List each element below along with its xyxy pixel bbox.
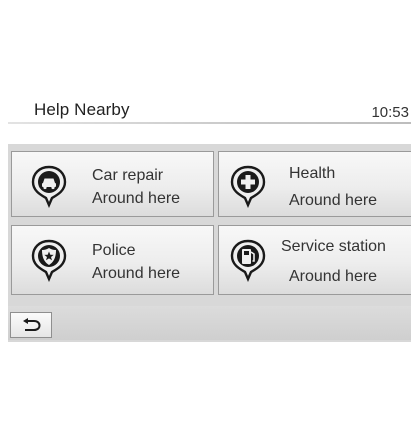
tile-subtitle: Around here	[92, 265, 181, 282]
help-nearby-screen: Help Nearby 10:53 Car repair Around here…	[0, 0, 411, 423]
police-button[interactable]: Police Around here	[11, 225, 214, 295]
car-repair-icon	[31, 165, 67, 208]
health-button[interactable]: Health Around here	[218, 151, 411, 217]
tile-title: Police	[92, 242, 136, 259]
health-cross-icon	[230, 165, 266, 208]
header-divider	[8, 122, 411, 124]
health-text: Health Around here	[289, 162, 377, 212]
page-title: Help Nearby	[34, 100, 130, 119]
service-station-text: Service station Around here	[281, 235, 386, 288]
header-bar: Help Nearby 10:53	[8, 84, 411, 126]
bottom-bar	[8, 306, 411, 340]
service-station-button[interactable]: Service station Around here	[218, 225, 411, 295]
tile-subtitle: Around here	[289, 192, 378, 209]
tile-subtitle: Around here	[92, 190, 181, 207]
police-badge-icon	[31, 239, 67, 282]
tile-subtitle: Around here	[289, 268, 378, 285]
tile-title: Service station	[281, 238, 386, 255]
back-arrow-icon	[23, 318, 41, 331]
tile-title: Health	[289, 165, 336, 182]
back-button[interactable]	[10, 312, 52, 338]
car-repair-button[interactable]: Car repair Around here	[11, 151, 214, 217]
police-text: Police Around here	[92, 239, 180, 285]
clock: 10:53	[371, 104, 409, 121]
tile-title: Car repair	[92, 167, 164, 184]
car-repair-text: Car repair Around here	[92, 164, 180, 210]
fuel-pump-icon	[230, 239, 266, 282]
